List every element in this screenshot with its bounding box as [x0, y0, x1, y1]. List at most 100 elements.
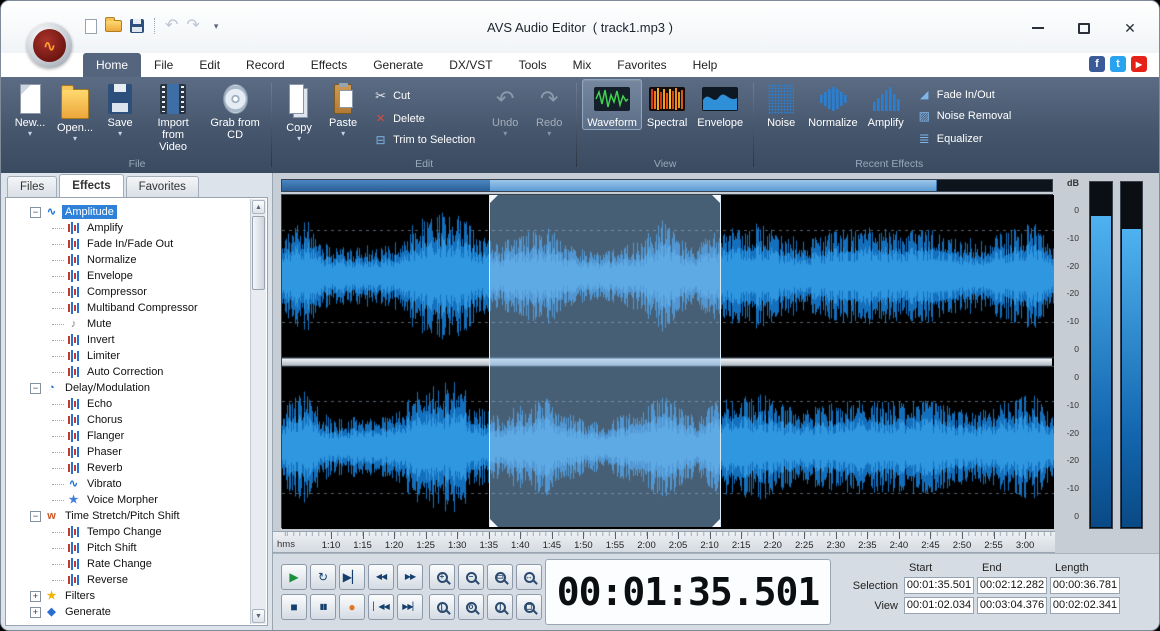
collapse-icon[interactable]: −: [30, 207, 41, 218]
view-start-field[interactable]: 00:01:02.034: [904, 597, 974, 614]
tab-file[interactable]: File: [141, 53, 186, 77]
import-from-video-button[interactable]: Import from Video: [142, 79, 204, 154]
save-button[interactable]: Save▾: [98, 79, 142, 139]
noise-removal-button[interactable]: ▨Noise Removal: [917, 109, 1012, 123]
tree-item-echo[interactable]: Echo: [8, 396, 249, 412]
envelope-button[interactable]: Envelope: [692, 79, 748, 130]
selection-handle-top-left[interactable]: [490, 195, 498, 203]
tab-dx-vst[interactable]: DX/VST: [436, 53, 505, 77]
zoom-vertical-fit-button[interactable]: ]: [487, 594, 513, 620]
time-ruler[interactable]: hms 1:101:151:201:251:301:351:401:451:50…: [273, 531, 1055, 553]
rewind-button[interactable]: ◀◀: [368, 564, 394, 590]
zoom-selection-button[interactable]: ▭: [487, 564, 513, 590]
tree-item-time-stretch-pitch-shift[interactable]: −wTime Stretch/Pitch Shift: [8, 508, 249, 524]
waveform-selection[interactable]: [489, 195, 721, 527]
collapse-icon[interactable]: −: [30, 383, 41, 394]
tree-item-flanger[interactable]: Flanger: [8, 428, 249, 444]
tab-help[interactable]: Help: [680, 53, 731, 77]
tree-item-multiband-compressor[interactable]: Multiband Compressor: [8, 300, 249, 316]
panel-tab-files[interactable]: Files: [7, 176, 57, 197]
open-file-icon[interactable]: [105, 20, 122, 32]
zoom-vertical-in-button[interactable]: [: [429, 594, 455, 620]
tree-item-tempo-change[interactable]: Tempo Change: [8, 524, 249, 540]
tree-item-limiter[interactable]: Limiter: [8, 348, 249, 364]
equalizer-button[interactable]: ≣Equalizer: [917, 131, 1012, 147]
tree-item-vibrato[interactable]: ∿Vibrato: [8, 476, 249, 492]
view-length-field[interactable]: 00:02:02.341: [1050, 597, 1120, 614]
expand-icon[interactable]: +: [30, 591, 41, 602]
tab-tools[interactable]: Tools: [506, 53, 560, 77]
tree-item-rate-change[interactable]: Rate Change: [8, 556, 249, 572]
trim-to-selection-button[interactable]: ⊟Trim to Selection: [373, 133, 475, 147]
paste-button[interactable]: Paste▾: [321, 79, 365, 144]
tree-item-mute[interactable]: ♪Mute: [8, 316, 249, 332]
go-to-start-button[interactable]: ▏◀◀: [368, 594, 394, 620]
expand-icon[interactable]: +: [30, 607, 41, 618]
selection-handle-bottom-left[interactable]: [490, 519, 498, 527]
scroll-down-icon[interactable]: ▼: [252, 609, 265, 623]
youtube-icon[interactable]: ▶: [1131, 56, 1147, 72]
waveform-display[interactable]: [281, 194, 1053, 528]
tab-home[interactable]: Home: [83, 53, 141, 77]
tab-edit[interactable]: Edit: [186, 53, 233, 77]
delete-button[interactable]: ✕Delete: [373, 112, 475, 125]
new-button[interactable]: New...▾: [8, 79, 52, 139]
tree-item-reverb[interactable]: Reverb: [8, 460, 249, 476]
loop-button[interactable]: ↻: [310, 564, 336, 590]
overview-view-range[interactable]: [490, 180, 937, 191]
tree-scrollbar[interactable]: ▲ ▼: [250, 199, 266, 624]
selection-length-field[interactable]: 00:00:36.781: [1050, 577, 1120, 594]
grab-from-cd-button[interactable]: Grab from CD: [204, 79, 266, 142]
new-file-icon[interactable]: [85, 19, 97, 34]
zoom-fit-button[interactable]: ↔: [516, 564, 542, 590]
tree-item-phaser[interactable]: Phaser: [8, 444, 249, 460]
twitter-icon[interactable]: t: [1110, 56, 1126, 72]
waveform-button[interactable]: Waveform: [582, 79, 642, 130]
tab-record[interactable]: Record: [233, 53, 298, 77]
selection-handle-top-right[interactable]: [712, 195, 720, 203]
fade-in-out-button[interactable]: ◢Fade In/Out: [917, 88, 1012, 101]
open-button[interactable]: Open...▾: [52, 79, 98, 144]
customize-toolbar-chevron[interactable]: ▾: [214, 21, 219, 32]
tree-item-chorus[interactable]: Chorus: [8, 412, 249, 428]
tree-item-compressor[interactable]: Compressor: [8, 284, 249, 300]
tree-item-envelope[interactable]: Envelope: [8, 268, 249, 284]
zoom-out-button[interactable]: −: [458, 564, 484, 590]
tab-generate[interactable]: Generate: [360, 53, 436, 77]
tab-favorites[interactable]: Favorites: [604, 53, 679, 77]
tree-item-generate[interactable]: +◆Generate: [8, 604, 249, 620]
panel-tab-favorites[interactable]: Favorites: [126, 176, 199, 197]
undo-icon[interactable]: ↶: [165, 19, 178, 33]
tab-effects[interactable]: Effects: [298, 53, 360, 77]
tree-item-amplitude[interactable]: −∿Amplitude: [8, 204, 249, 220]
tree-item-normalize[interactable]: Normalize: [8, 252, 249, 268]
facebook-icon[interactable]: f: [1089, 56, 1105, 72]
selection-start-field[interactable]: 00:01:35.501: [904, 577, 974, 594]
play-to-end-button[interactable]: ▶▏: [339, 564, 365, 590]
undo-button[interactable]: ↶Undo▾: [483, 79, 527, 139]
save-file-icon[interactable]: [130, 19, 144, 33]
tree-item-delay-modulation[interactable]: −◔Delay/Modulation: [8, 380, 249, 396]
selection-end-field[interactable]: 00:02:12.282: [977, 577, 1047, 594]
close-button[interactable]: ✕: [1117, 17, 1143, 39]
tree-item-invert[interactable]: Invert: [8, 332, 249, 348]
zoom-in-button[interactable]: +: [429, 564, 455, 590]
record-button[interactable]: ●: [339, 594, 365, 620]
redo-button[interactable]: ↷Redo▾: [527, 79, 571, 139]
fast-forward-button[interactable]: ▶▶: [397, 564, 423, 590]
selection-handle-bottom-right[interactable]: [712, 519, 720, 527]
scrollbar-thumb[interactable]: [252, 216, 265, 290]
spectral-button[interactable]: Spectral: [642, 79, 692, 130]
file-overview-bar[interactable]: [281, 179, 1053, 192]
redo-icon[interactable]: ↷: [186, 19, 199, 33]
minimize-button[interactable]: [1025, 17, 1051, 39]
tree-item-amplify[interactable]: Amplify: [8, 220, 249, 236]
normalize-button[interactable]: Normalize: [803, 79, 863, 130]
tree-item-filters[interactable]: +★Filters: [8, 588, 249, 604]
zoom-restore-button[interactable]: ◻: [516, 594, 542, 620]
copy-button[interactable]: Copy▾: [277, 79, 321, 144]
zoom-vertical-out-button[interactable]: o: [458, 594, 484, 620]
maximize-button[interactable]: [1071, 17, 1097, 39]
collapse-icon[interactable]: −: [30, 511, 41, 522]
cut-button[interactable]: ✂Cut: [373, 88, 475, 104]
